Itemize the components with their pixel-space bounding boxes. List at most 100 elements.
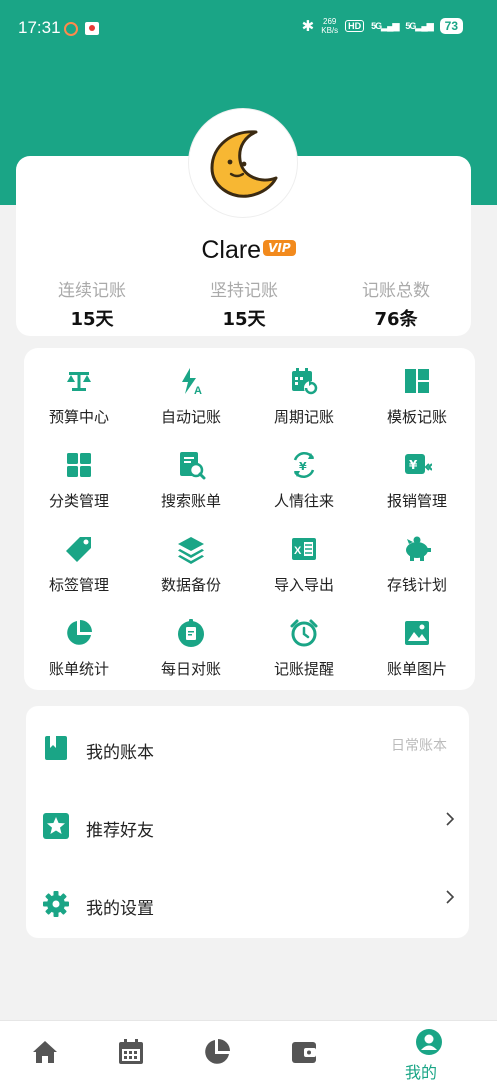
battery-icon: 73 <box>439 18 463 34</box>
status-bar: 17:31 ✱ 269 KB/s HD 5G▂▄▆ 5G▂▄▆ 73 <box>0 12 497 42</box>
stat-label: 记账总数 <box>362 281 430 301</box>
home-icon <box>33 1041 57 1063</box>
menu-recommend-friends[interactable]: 推荐好友 <box>26 788 469 858</box>
feature-bill-image[interactable]: 账单图片 <box>362 618 472 679</box>
status-indicators: ✱ 269 KB/s HD 5G▂▄▆ 5G▂▄▆ 73 <box>302 17 463 35</box>
moon-avatar-icon <box>210 130 278 198</box>
user-icon <box>416 1029 442 1055</box>
stat-value: 76条 <box>374 309 418 330</box>
feature-label: 搜索账单 <box>160 492 221 510</box>
gear-icon <box>43 891 69 917</box>
feature-label: 账单统计 <box>48 660 109 678</box>
feature-label: 分类管理 <box>48 492 109 510</box>
feature-record-reminder[interactable]: 记账提醒 <box>249 618 359 679</box>
stat-consecutive: 连续记账 15天 <box>22 276 162 331</box>
feature-label: 自动记账 <box>160 408 221 426</box>
auto-icon: A <box>182 368 202 396</box>
svg-text:A: A <box>194 385 202 396</box>
calendar-icon <box>119 1039 143 1064</box>
chevron-right-icon <box>446 812 455 826</box>
nav-home[interactable] <box>25 1037 65 1071</box>
menu-settings[interactable]: 我的设置 <box>26 866 469 936</box>
tag-icon <box>66 537 91 562</box>
bottom-nav: 我的 <box>0 1020 497 1086</box>
stat-persist: 坚持记账 15天 <box>174 276 314 331</box>
app-notification-icon <box>85 22 99 35</box>
signal-label: 5G <box>371 20 382 31</box>
menu-label: 我的设置 <box>86 899 154 919</box>
category-icon <box>67 453 91 477</box>
feature-label: 报销管理 <box>386 492 447 510</box>
feature-grid: 预算中心 A 自动记账 周期记账 模板记账 分类管理 搜索账单 ¥ 人情往来 ¥… <box>24 348 475 690</box>
signal-icon: 5G▂▄▆ <box>405 20 433 31</box>
menu-label: 推荐好友 <box>86 821 154 841</box>
stat-value: 15天 <box>70 309 114 330</box>
layers-icon <box>178 537 204 564</box>
piggy-bank-icon <box>406 536 431 561</box>
feature-label: 周期记账 <box>273 408 334 426</box>
vip-badge[interactable]: VIP <box>263 240 296 256</box>
feature-saving-plan[interactable]: 存钱计划 <box>362 534 472 595</box>
hd-icon: HD <box>345 20 365 32</box>
username-row: Clare VIP <box>0 236 497 265</box>
pie-chart-icon <box>205 1039 230 1064</box>
book-icon <box>45 736 67 760</box>
exchange-icon: ¥ <box>293 451 315 479</box>
reimburse-icon: ¥ <box>405 454 432 474</box>
feature-label: 账单图片 <box>386 660 447 678</box>
feature-bill-statistics[interactable]: 账单统计 <box>24 618 134 679</box>
current-book-value: 日常账本 <box>391 738 447 754</box>
notification-icon <box>64 22 78 36</box>
menu-list: 我的账本 日常账本 推荐好友 我的设置 <box>26 706 469 938</box>
nav-mine[interactable] <box>409 1027 449 1061</box>
feature-import-export[interactable]: X 导入导出 <box>249 534 359 595</box>
feature-label: 人情往来 <box>273 492 334 510</box>
signal-label: 5G <box>405 20 416 31</box>
daily-check-icon <box>178 619 204 647</box>
scale-icon <box>67 372 91 391</box>
feature-label: 每日对账 <box>160 660 221 678</box>
alarm-icon <box>290 619 318 647</box>
feature-label: 模板记账 <box>386 408 447 426</box>
stat-total: 记账总数 76条 <box>326 276 466 331</box>
feature-social-exchange[interactable]: ¥ 人情往来 <box>249 450 359 511</box>
feature-search-bill[interactable]: 搜索账单 <box>136 450 246 511</box>
excel-icon: X <box>292 538 316 560</box>
feature-template-record[interactable]: 模板记账 <box>362 366 472 427</box>
feature-auto-record[interactable]: A 自动记账 <box>136 366 246 427</box>
signal-icon: 5G▂▄▆ <box>371 20 399 31</box>
pie-chart-icon <box>67 620 92 645</box>
search-bill-icon <box>180 452 206 480</box>
nav-mine-label[interactable]: 我的 <box>405 1059 437 1083</box>
feature-label: 预算中心 <box>48 408 109 426</box>
network-speed: 269 KB/s <box>321 17 339 35</box>
username: Clare <box>201 236 262 264</box>
feature-daily-reconcile[interactable]: 每日对账 <box>136 618 246 679</box>
nav-calendar[interactable] <box>111 1037 151 1071</box>
nav-chart[interactable] <box>197 1037 237 1071</box>
status-time: 17:31 <box>18 18 61 37</box>
feature-periodic-record[interactable]: 周期记账 <box>249 366 359 427</box>
feature-label: 记账提醒 <box>273 660 334 678</box>
menu-my-book[interactable]: 我的账本 日常账本 <box>26 710 469 780</box>
feature-reimburse-manage[interactable]: ¥ 报销管理 <box>362 450 472 511</box>
stat-label: 坚持记账 <box>210 281 278 301</box>
menu-label: 我的账本 <box>86 743 154 763</box>
feature-budget-center[interactable]: 预算中心 <box>24 366 134 427</box>
image-icon <box>405 621 429 645</box>
svg-text:¥: ¥ <box>299 460 307 473</box>
feature-category-manage[interactable]: 分类管理 <box>24 450 134 511</box>
bluetooth-icon: ✱ <box>301 18 315 35</box>
calendar-cycle-icon <box>292 368 318 395</box>
wallet-icon <box>292 1042 316 1063</box>
feature-tag-manage[interactable]: 标签管理 <box>24 534 134 595</box>
avatar[interactable] <box>188 108 298 218</box>
feature-label: 标签管理 <box>48 576 109 594</box>
star-icon <box>43 813 69 839</box>
nav-wallet[interactable] <box>284 1037 324 1071</box>
svg-text:X: X <box>294 545 302 557</box>
template-icon <box>405 369 429 393</box>
stat-value: 15天 <box>222 309 266 330</box>
feature-data-backup[interactable]: 数据备份 <box>136 534 246 595</box>
feature-label: 数据备份 <box>160 576 221 594</box>
